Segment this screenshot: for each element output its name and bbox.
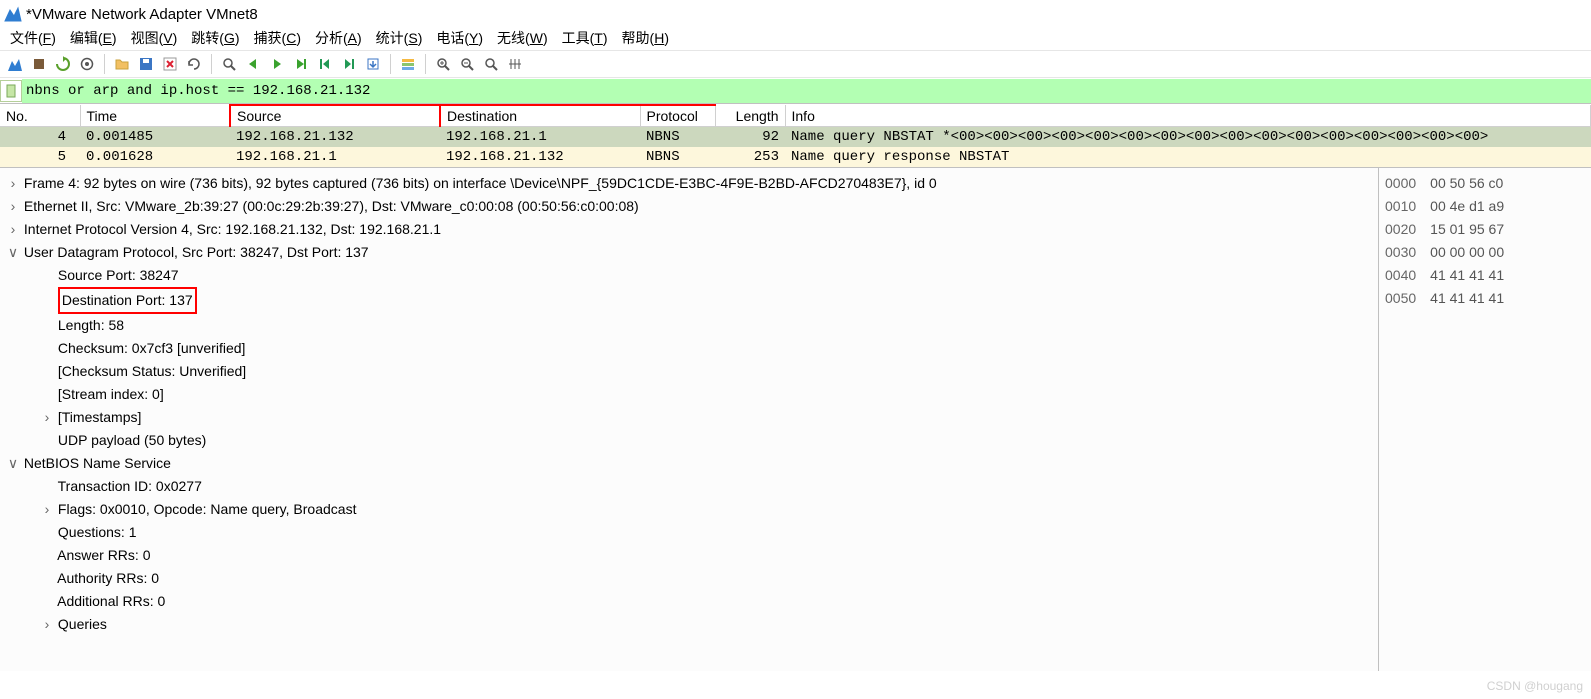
auto-scroll-icon[interactable] [362,53,384,75]
hex-row[interactable]: 002015 01 95 67 [1385,218,1585,241]
detail-row[interactable]: [Stream index: 0] [4,383,1376,406]
detail-row[interactable]: › [Timestamps] [4,406,1376,429]
restart-capture-icon[interactable] [52,53,74,75]
close-file-icon[interactable] [159,53,181,75]
menu-item[interactable]: 视图(V) [127,27,182,49]
detail-row[interactable]: [Checksum Status: Unverified] [4,360,1376,383]
col-length[interactable]: Length [715,105,785,127]
detail-row[interactable]: Answer RRs: 0 [4,544,1376,567]
hex-row[interactable]: 005041 41 41 41 [1385,287,1585,310]
go-forward-icon[interactable] [266,53,288,75]
detail-row[interactable]: Transaction ID: 0x0277 [4,475,1376,498]
col-proto[interactable]: Protocol [640,105,715,127]
filter-bar [0,78,1591,104]
detail-row[interactable]: › Flags: 0x0010, Opcode: Name query, Bro… [4,498,1376,521]
toolbar-separator [425,54,426,74]
packet-list[interactable]: No. Time Source Destination Protocol Len… [0,104,1591,167]
display-filter-input[interactable] [22,79,1591,103]
colorize-icon[interactable] [397,53,419,75]
col-info[interactable]: Info [785,105,1591,127]
toolbar-separator [211,54,212,74]
detail-row[interactable]: Destination Port: 137 [4,287,1376,314]
packet-bytes[interactable]: 000000 50 56 c0001000 4e d1 a9002015 01 … [1379,168,1591,671]
hex-row[interactable]: 003000 00 00 00 [1385,241,1585,264]
menu-item[interactable]: 无线(W) [493,27,552,49]
detail-row[interactable]: › Internet Protocol Version 4, Src: 192.… [4,218,1376,241]
menu-item[interactable]: 帮助(H) [618,27,673,49]
capture-options-icon[interactable] [76,53,98,75]
detail-row[interactable]: UDP payload (50 bytes) [4,429,1376,452]
detail-row[interactable]: Length: 58 [4,314,1376,337]
menu-item[interactable]: 跳转(G) [187,27,243,49]
col-dest[interactable]: Destination [440,105,640,127]
table-header-row: No. Time Source Destination Protocol Len… [0,105,1591,127]
find-icon[interactable] [218,53,240,75]
detail-row[interactable]: Questions: 1 [4,521,1376,544]
detail-row[interactable]: › Ethernet II, Src: VMware_2b:39:27 (00:… [4,195,1376,218]
zoom-out-icon[interactable] [456,53,478,75]
col-no[interactable]: No. [0,105,80,127]
resize-columns-icon[interactable] [504,53,526,75]
last-packet-icon[interactable] [338,53,360,75]
toolbar [0,50,1591,78]
table-row[interactable]: 50.001628192.168.21.1192.168.21.132NBNS2… [0,147,1591,167]
go-to-packet-icon[interactable] [290,53,312,75]
hex-row[interactable]: 001000 4e d1 a9 [1385,195,1585,218]
title-bar: *VMware Network Adapter VMnet8 [0,0,1591,26]
detail-row[interactable]: Source Port: 38247 [4,264,1376,287]
open-file-icon[interactable] [111,53,133,75]
menu-item[interactable]: 捕获(C) [250,27,305,49]
zoom-reset-icon[interactable] [480,53,502,75]
hex-row[interactable]: 004041 41 41 41 [1385,264,1585,287]
menu-bar: 文件(F) 编辑(E) 视图(V)跳转(G) 捕获(C) 分析(A) 统计(S)电话(Y)… [0,26,1591,50]
detail-row[interactable]: › Frame 4: 92 bytes on wire (736 bits), … [4,172,1376,195]
hex-row[interactable]: 000000 50 56 c0 [1385,172,1585,195]
detail-row[interactable]: ∨ NetBIOS Name Service [4,452,1376,475]
detail-row[interactable]: › Queries [4,613,1376,636]
menu-item[interactable]: 编辑(E) [66,27,121,49]
menu-item[interactable]: 分析(A) [311,27,366,49]
app-icon[interactable] [4,53,26,75]
detail-row[interactable]: ∨ User Datagram Protocol, Src Port: 3824… [4,241,1376,264]
menu-item[interactable]: 工具(T) [558,27,612,49]
first-packet-icon[interactable] [314,53,336,75]
packet-details[interactable]: › Frame 4: 92 bytes on wire (736 bits), … [0,168,1379,671]
zoom-in-icon[interactable] [432,53,454,75]
menu-item[interactable]: 统计(S) [372,27,427,49]
table-row[interactable]: 40.001485192.168.21.132192.168.21.1NBNS9… [0,127,1591,148]
go-back-icon[interactable] [242,53,264,75]
watermark: CSDN @hougang [1487,679,1583,693]
window-title: *VMware Network Adapter VMnet8 [26,6,258,23]
col-time[interactable]: Time [80,105,230,127]
wireshark-icon [4,4,26,25]
menu-item[interactable]: 电话(Y) [432,27,487,49]
stop-capture-icon[interactable] [28,53,50,75]
toolbar-separator [390,54,391,74]
detail-row[interactable]: Authority RRs: 0 [4,567,1376,590]
save-file-icon[interactable] [135,53,157,75]
detail-row[interactable]: Checksum: 0x7cf3 [unverified] [4,337,1376,360]
packet-table[interactable]: No. Time Source Destination Protocol Len… [0,104,1591,167]
reload-icon[interactable] [183,53,205,75]
detail-row[interactable]: Additional RRs: 0 [4,590,1376,613]
toolbar-separator [104,54,105,74]
col-source[interactable]: Source [230,105,440,127]
menu-item[interactable]: 文件(F) [6,27,60,49]
bookmark-filter-icon[interactable] [0,80,22,102]
